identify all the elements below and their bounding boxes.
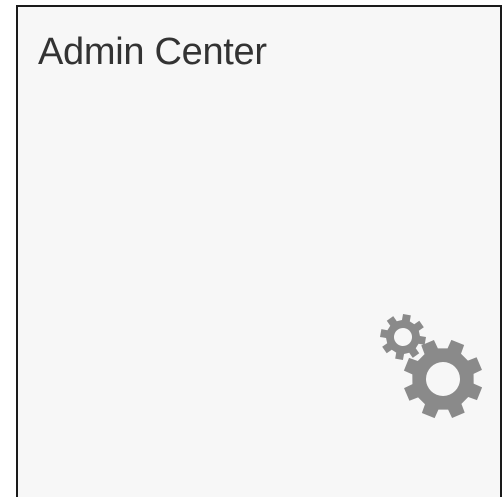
small-gear-icon (379, 313, 427, 361)
large-gear-icon (403, 339, 483, 419)
tile-title: Admin Center (38, 31, 267, 73)
admin-center-tile[interactable]: Admin Center (16, 5, 502, 497)
gears-icon (379, 313, 483, 419)
